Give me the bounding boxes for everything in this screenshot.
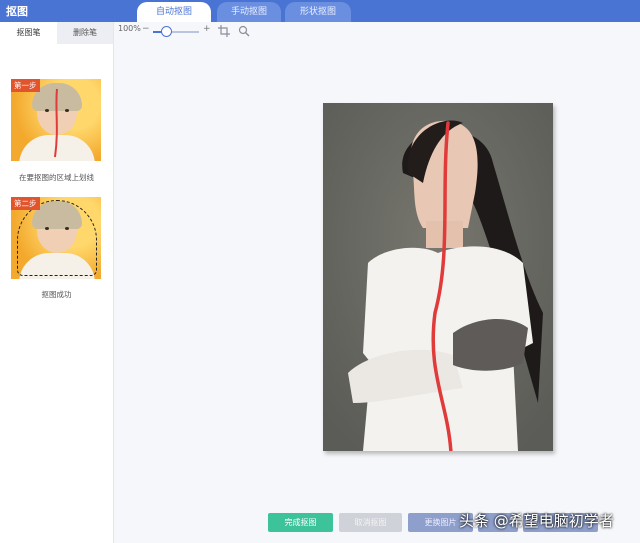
top-bar: 抠图 自动抠图 手动抠图 形状抠图 <box>0 0 640 22</box>
zoom-out-icon[interactable]: − <box>142 24 150 34</box>
step-two-badge: 第二步 <box>11 197 40 210</box>
step-one-caption: 在要抠图的区域上划线 <box>19 173 94 182</box>
tab-shape-cutout[interactable]: 形状抠图 <box>285 2 351 22</box>
step-two-caption: 抠图成功 <box>41 290 72 299</box>
tab-auto-cutout[interactable]: 自动抠图 <box>137 2 211 22</box>
zoom-level: 100% <box>118 24 141 33</box>
portrait-photo <box>323 103 553 451</box>
finish-cutout-button[interactable]: 完成抠图 <box>268 513 333 532</box>
step-two-image: 第二步 <box>11 197 101 279</box>
step-one-image: 第一步 <box>11 79 101 161</box>
zoom-slider-handle[interactable] <box>161 26 172 37</box>
crop-icon[interactable] <box>218 25 230 37</box>
zoom-in-icon[interactable]: + <box>203 24 211 34</box>
step-one-badge: 第一步 <box>11 79 40 92</box>
selection-outline <box>17 200 97 276</box>
editing-canvas[interactable] <box>323 103 553 451</box>
tab-cutout-pen[interactable]: 抠图笔 <box>0 22 57 44</box>
left-panel: 抠图笔 删除笔 第一步 在要抠图的区域上划线 第二步 抠图成功 <box>0 22 114 543</box>
tab-erase-pen[interactable]: 删除笔 <box>57 22 113 44</box>
app-title: 抠图 <box>6 5 28 18</box>
tab-manual-cutout[interactable]: 手动抠图 <box>217 2 281 22</box>
cancel-cutout-button[interactable]: 取消抠图 <box>339 513 402 532</box>
magnifier-icon[interactable] <box>238 25 250 37</box>
watermark: 头条 @希望电脑初学者 <box>459 512 614 530</box>
